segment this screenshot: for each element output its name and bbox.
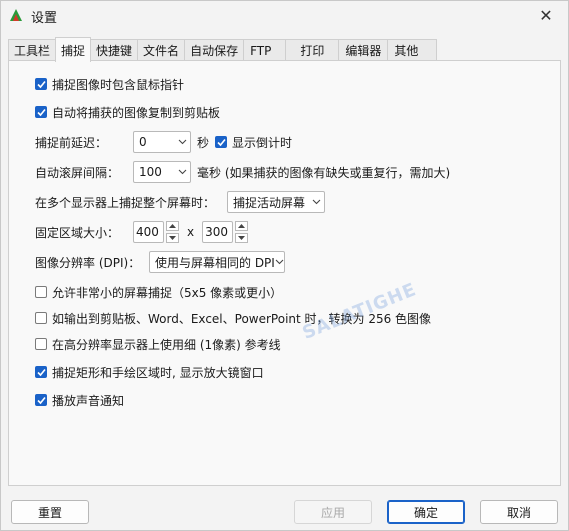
allow-small-label: 允许非常小的屏幕捕捉（5x5 像素或更小）: [52, 285, 283, 300]
check-icon: [36, 108, 46, 116]
spin-up-icon[interactable]: [166, 221, 179, 231]
check-icon: [216, 138, 226, 146]
close-icon: ✕: [539, 5, 553, 25]
multi-monitor-row: 在多个显示器上捕捉整个屏幕时： 捕捉活动屏幕: [35, 191, 325, 213]
scroll-row: 自动滚屏间隔： 100 毫秒 (如果捕获的图像有缺失或重复行，需加大): [35, 161, 450, 183]
chevron-down-icon: [174, 169, 190, 175]
scroll-label: 自动滚屏间隔：: [35, 165, 120, 180]
tab-other[interactable]: 其他: [387, 39, 438, 61]
copy-clipboard-checkbox[interactable]: [35, 106, 47, 118]
multi-monitor-value: 捕捉活动屏幕: [233, 195, 306, 210]
check-icon: [36, 368, 46, 376]
scroll-unit: 毫秒 (如果捕获的图像有缺失或重复行，需加大): [197, 165, 451, 180]
fixed-size-separator: x: [187, 225, 195, 239]
play-sound-option[interactable]: 播放声音通知: [35, 389, 124, 411]
cancel-button[interactable]: 取消: [480, 500, 558, 524]
multi-monitor-label: 在多个显示器上捕捉整个屏幕时：: [35, 195, 216, 210]
tab-filename[interactable]: 文件名: [137, 39, 186, 61]
show-countdown-label: 显示倒计时: [232, 135, 293, 150]
apply-button[interactable]: 应用: [294, 500, 372, 524]
check-icon: [36, 80, 46, 88]
settings-dialog: 设置 ✕ 工具栏 捕捉 快捷键 文件名 自动保存 FTP 打印 编辑器 其他 捕…: [0, 0, 569, 531]
dpi-label: 图像分辨率 (DPI)：: [35, 255, 141, 270]
play-sound-checkbox[interactable]: [35, 394, 47, 406]
spin-down-icon[interactable]: [235, 233, 249, 243]
scroll-interval-value: 100: [139, 165, 162, 179]
tab-ftp[interactable]: FTP: [243, 39, 287, 61]
spin-up-icon[interactable]: [235, 221, 249, 231]
thin-lines-checkbox[interactable]: [35, 338, 47, 350]
app-icon: [10, 9, 22, 21]
check-icon: [36, 396, 46, 404]
chevron-down-icon: [308, 199, 324, 205]
delay-value: 0: [139, 135, 147, 149]
delay-label: 捕捉前延迟：: [35, 135, 108, 150]
magnifier-label: 捕捉矩形和手绘区域时, 显示放大镜窗口: [52, 365, 264, 380]
thin-lines-label: 在高分辨率显示器上使用细 (1像素) 参考线: [52, 337, 281, 352]
fixed-height-spinner[interactable]: 300: [202, 221, 249, 243]
fixed-size-row: 固定区域大小： 400 x 300: [35, 221, 249, 243]
fixed-height-input[interactable]: 300: [202, 221, 234, 243]
fixed-width-stepper[interactable]: [166, 221, 179, 243]
fixed-height-stepper[interactable]: [235, 221, 249, 243]
copy-clipboard-option[interactable]: 自动将捕获的图像复制到剪贴板: [35, 101, 220, 123]
tab-hotkeys[interactable]: 快捷键: [90, 39, 139, 61]
allow-small-option[interactable]: 允许非常小的屏幕捕捉（5x5 像素或更小）: [35, 281, 282, 303]
reset-button[interactable]: 重置: [11, 500, 89, 524]
title-bar: 设置 ✕: [1, 1, 568, 29]
tab-capture[interactable]: 捕捉: [55, 37, 92, 62]
convert-256-checkbox[interactable]: [35, 312, 47, 324]
tab-print[interactable]: 打印: [285, 39, 340, 61]
tab-autosave[interactable]: 自动保存: [184, 39, 245, 61]
fixed-width-spinner[interactable]: 400: [133, 221, 179, 243]
capture-panel: 捕捉图像时包含鼠标指针 自动将捕获的图像复制到剪贴板 捕捉前延迟： 0 秒 显示…: [8, 60, 561, 486]
allow-small-checkbox[interactable]: [35, 286, 47, 298]
magnifier-option[interactable]: 捕捉矩形和手绘区域时, 显示放大镜窗口: [35, 361, 264, 383]
chevron-down-icon: [174, 139, 190, 145]
tab-toolbar[interactable]: 工具栏: [8, 39, 57, 61]
tab-bar: 工具栏 捕捉 快捷键 文件名 自动保存 FTP 打印 编辑器 其他: [8, 37, 438, 62]
scroll-interval-select[interactable]: 100: [133, 161, 191, 183]
delay-row: 捕捉前延迟： 0 秒 显示倒计时: [35, 131, 292, 153]
chevron-down-icon: [275, 259, 284, 265]
window-title: 设置: [31, 11, 58, 26]
dpi-row: 图像分辨率 (DPI)： 使用与屏幕相同的 DPI: [35, 251, 285, 273]
dpi-select[interactable]: 使用与屏幕相同的 DPI: [149, 251, 285, 273]
spin-down-icon[interactable]: [166, 233, 179, 243]
include-cursor-checkbox[interactable]: [35, 78, 47, 90]
show-countdown-checkbox[interactable]: [215, 136, 228, 148]
ok-button[interactable]: 确定: [387, 500, 465, 524]
multi-monitor-select[interactable]: 捕捉活动屏幕: [227, 191, 325, 213]
dpi-value: 使用与屏幕相同的 DPI: [155, 255, 275, 270]
fixed-size-label: 固定区域大小：: [35, 225, 120, 240]
close-button[interactable]: ✕: [524, 1, 568, 29]
thin-lines-option[interactable]: 在高分辨率显示器上使用细 (1像素) 参考线: [35, 333, 281, 355]
delay-unit: 秒: [197, 135, 210, 150]
copy-clipboard-label: 自动将捕获的图像复制到剪贴板: [52, 105, 221, 120]
delay-select[interactable]: 0: [133, 131, 191, 153]
play-sound-label: 播放声音通知: [52, 393, 125, 408]
fixed-width-input[interactable]: 400: [133, 221, 164, 243]
include-cursor-label: 捕捉图像时包含鼠标指针: [52, 77, 185, 92]
magnifier-checkbox[interactable]: [35, 366, 47, 378]
include-cursor-option[interactable]: 捕捉图像时包含鼠标指针: [35, 73, 184, 95]
tab-editor[interactable]: 编辑器: [338, 39, 389, 61]
